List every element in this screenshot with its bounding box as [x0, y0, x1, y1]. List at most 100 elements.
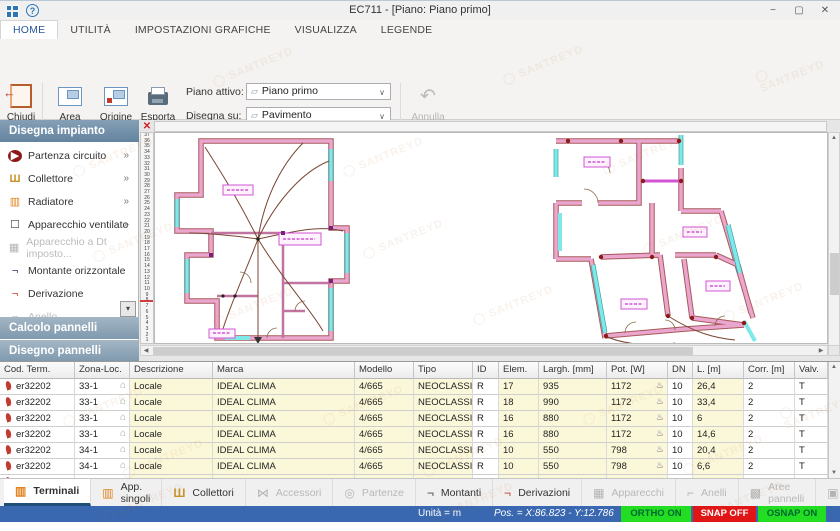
scroll-right-icon[interactable]: ▶ — [816, 346, 826, 356]
canvas-vertical-scrollbar[interactable]: ▲ ▼ — [828, 132, 840, 356]
cell-text: Locale — [134, 397, 162, 408]
status-toggle-osnap-on[interactable]: OSNAP ON — [758, 506, 826, 522]
cell-id: R — [473, 395, 499, 411]
bottom-tab-aree-pannelli[interactable]: ▩Aree pannelli — [739, 479, 817, 506]
scroll-thumb[interactable] — [153, 347, 693, 355]
column-header-larghmm[interactable]: Largh. [mm] — [539, 362, 607, 379]
cell-text: NEOCLASSIC — [418, 445, 473, 456]
bottom-tab-pannelli[interactable]: ▣Pannelli — [816, 479, 840, 506]
menu-tab-visualizza[interactable]: VISUALIZZA — [283, 21, 369, 40]
bottom-tab-anelli[interactable]: ⌐Anelli — [676, 479, 739, 506]
sidebar-item-label: Apparecchio ventilato — [28, 219, 128, 231]
column-header-descrizione[interactable]: Descrizione — [130, 362, 213, 379]
menu-tab-home[interactable]: HOME — [0, 20, 58, 39]
cell-descrizione: Locale — [130, 459, 213, 475]
scroll-down-icon[interactable]: ▼ — [829, 468, 839, 478]
status-toggle-snap-off[interactable]: SNAP OFF — [693, 506, 756, 522]
sidebar-item-montante[interactable]: ⌐Montante orizzontale — [0, 259, 139, 282]
bottom-tab-derivazioni[interactable]: ⌐Derivazioni — [493, 479, 582, 506]
cell-text: Locale — [134, 461, 162, 472]
bottom-tab-label: Derivazioni — [518, 487, 570, 499]
scroll-up-icon[interactable]: ▲ — [829, 362, 839, 372]
column-header-id[interactable]: ID — [473, 362, 499, 379]
cell-text: er32202 — [16, 445, 51, 456]
cell-zonaloc: 33-1⌂ — [75, 379, 130, 395]
chiudi-button[interactable]: Chiudi — [2, 83, 40, 123]
column-header-marca[interactable]: Marca — [213, 362, 355, 379]
column-header-zonaloc[interactable]: Zona-Loc. — [75, 362, 130, 379]
cell-elem: 10 — [499, 459, 539, 475]
menu-tab-impostazioni-grafiche[interactable]: IMPOSTAZIONI GRAFICHE — [123, 21, 283, 40]
column-header-potw[interactable]: Pot. [W] — [607, 362, 668, 379]
cell-text: er32202 — [16, 461, 51, 472]
status-toggle-ortho-on[interactable]: ORTHO ON — [621, 506, 691, 522]
cell-text: 26,4 — [697, 381, 716, 392]
column-header-lm[interactable]: L. [m] — [693, 362, 744, 379]
bottom-tab-montanti[interactable]: ⌐Montanti — [416, 479, 493, 506]
table-row[interactable]: er3220234-1⌂LocaleIDEAL CLIMA4/665NEOCLA… — [0, 459, 828, 475]
menu-tab-utilità[interactable]: UTILITÀ — [58, 21, 123, 40]
sidebar-item-collettore[interactable]: ШCollettore» — [0, 167, 139, 190]
cell-text: T — [799, 461, 805, 472]
maximize-button[interactable]: ▢ — [788, 4, 810, 18]
scroll-thumb[interactable] — [830, 253, 839, 295]
sidebar-item-label: Collettore — [28, 173, 73, 185]
table-row[interactable]: er3220233-1⌂LocaleIDEAL CLIMA4/665NEOCLA… — [0, 379, 828, 395]
minimize-button[interactable]: − — [762, 4, 784, 18]
cell-valv: T — [795, 459, 828, 475]
table-vertical-scrollbar[interactable]: ▲ ▼ — [828, 362, 840, 478]
cell-descrizione: Locale — [130, 379, 213, 395]
sidebar-item-partenza[interactable]: ▶Partenza circuito» — [0, 144, 139, 167]
column-header-dn[interactable]: DN — [668, 362, 693, 379]
cell-text: 990 — [543, 397, 559, 408]
bottom-tab-label: Anelli — [701, 487, 727, 499]
table-row[interactable]: er3220233-1⌂LocaleIDEAL CLIMA4/665NEOCLA… — [0, 427, 828, 443]
cell-valv: T — [795, 443, 828, 459]
column-header-modello[interactable]: Modello — [355, 362, 414, 379]
cell-text: 550 — [543, 445, 559, 456]
sidebar-scroll-down-button[interactable]: ▾ — [120, 301, 136, 317]
table-row[interactable]: er3220233-1⌂LocaleIDEAL CLIMA4/665NEOCLA… — [0, 395, 828, 411]
cell-potw: 1172♨ — [607, 411, 668, 427]
sidebar-item-derivazione[interactable]: ⌐Derivazione — [0, 282, 139, 305]
cell-larghmm: 935 — [539, 379, 607, 395]
bottom-tab-collettori[interactable]: ШCollettori — [162, 479, 246, 506]
radiator-power-icon: ♨ — [656, 380, 664, 391]
sidebar-item-apparecchio[interactable]: ☐Apparecchio ventilato» — [0, 213, 139, 236]
scroll-up-icon[interactable]: ▲ — [829, 133, 839, 143]
close-button[interactable]: ✕ — [814, 4, 836, 18]
radiator-power-icon: ♨ — [656, 428, 664, 439]
sidebar-item-radiatore[interactable]: ▥Radiatore» — [0, 190, 139, 213]
sidebar-section-calcolo-pannelli[interactable]: Calcolo pannelli — [0, 317, 139, 339]
menu-tab-legende[interactable]: LEGENDE — [369, 21, 445, 40]
column-header-codterm[interactable]: Cod. Term. — [0, 362, 75, 379]
column-header-valv[interactable]: Valv. — [795, 362, 828, 379]
table-row[interactable]: er3220234-1⌂LocaleIDEAL CLIMA4/665NEOCLA… — [0, 443, 828, 459]
exit-door-icon — [10, 84, 32, 108]
sidebar-section-disegno-pannelli[interactable]: Disegno pannelli — [0, 340, 139, 362]
sidebar-section-disegna-impianto[interactable]: Disegna impianto — [0, 120, 139, 142]
annulla-button[interactable]: ↶ Annulla — [406, 83, 450, 123]
bottom-tab-terminali[interactable]: ▥Terminali — [4, 479, 91, 506]
drawing-canvas[interactable] — [154, 132, 828, 344]
piano-attivo-value: Piano primo — [262, 85, 318, 97]
sidebar-item-apparecchio[interactable]: ▦Apparecchio a Dt imposto... — [0, 236, 139, 259]
canvas-horizontal-scrollbar[interactable]: ◀ ▶ — [140, 345, 828, 356]
piano-attivo-select[interactable]: ▱Piano primo ∨ — [246, 83, 391, 100]
cell-text: 10 — [503, 461, 514, 472]
cell-descrizione: Locale — [130, 411, 213, 427]
bottom-tab-accessori[interactable]: ⋈Accessori — [246, 479, 334, 506]
scroll-left-icon[interactable]: ◀ — [141, 346, 151, 356]
bottom-tab-partenze[interactable]: ◎Partenze — [333, 479, 416, 506]
bottom-tab-apparecchi[interactable]: ▦Apparecchi — [582, 479, 676, 506]
column-header-corrm[interactable]: Corr. [m] — [744, 362, 795, 379]
cell-text: 33-1 — [79, 413, 98, 424]
cell-text: 935 — [543, 381, 559, 392]
column-header-elem[interactable]: Elem. — [499, 362, 539, 379]
bottom-tab-app-singoli[interactable]: ▥App. singoli — [91, 479, 162, 506]
ruler-corner-x-icon[interactable]: ✕ — [140, 121, 154, 132]
cell-corrm: 2 — [744, 379, 795, 395]
ribbon-tab-row: HOMEUTILITÀIMPOSTAZIONI GRAFICHEVISUALIZ… — [0, 20, 840, 39]
column-header-tipo[interactable]: Tipo — [414, 362, 473, 379]
table-row[interactable]: er3220233-1⌂LocaleIDEAL CLIMA4/665NEOCLA… — [0, 411, 828, 427]
